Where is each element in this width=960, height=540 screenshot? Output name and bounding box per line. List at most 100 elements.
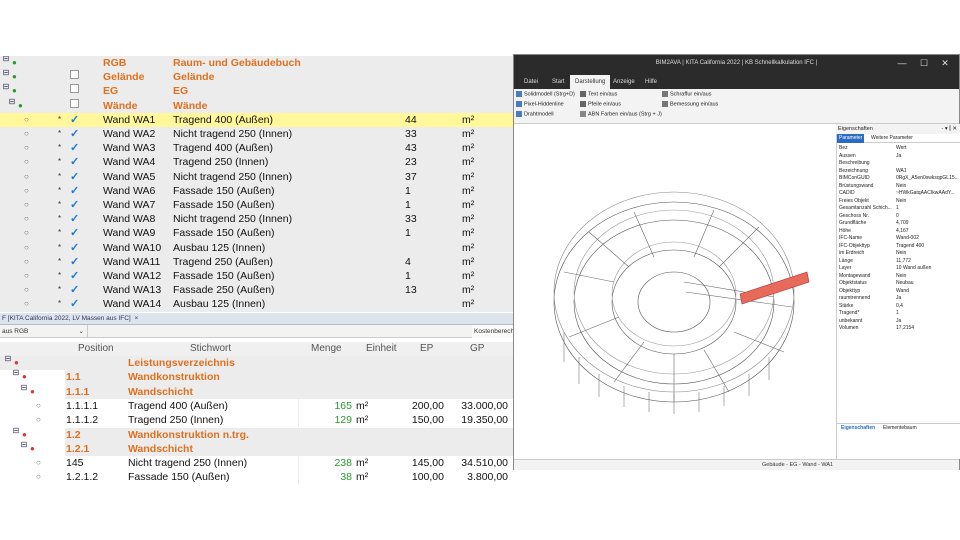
column-header-stichwort[interactable]: Stichwort [190,342,231,356]
lv-row[interactable]: ⊟ ● 1.1.1 Wandschicht [0,383,514,399]
row-checkbox[interactable]: ✓ [70,141,79,155]
property-row[interactable]: raumtrennend Ja [839,295,959,303]
property-row[interactable]: unbekannt Ja [839,318,959,326]
lv-row[interactable]: ⊟ ● Leistungsverzeichnis [0,355,514,371]
property-row[interactable]: Grundfläche 4,709 [839,220,959,228]
table-row[interactable]: ○ * ✓ Wand WA8 Nicht tragend 250 (Innen) 33 m² [0,212,514,227]
property-row[interactable]: Objekttyp Wand [839,288,959,296]
lv-row[interactable]: ⊟ ● 1.1 Wandkonstruktion [0,369,514,385]
table-row[interactable]: ○ * ✓ Wand WA7 Fassade 150 (Außen) 1 m² [0,198,514,213]
expand-toggle-icon[interactable]: ⊟ [12,369,20,378]
expand-toggle-icon[interactable]: ⊟ [2,69,10,78]
property-row[interactable]: IFC-Name Wand-002 [839,235,959,243]
table-row[interactable]: ○ * ✓ Wand WA12 Fassade 150 (Außen) 1 m² [0,269,514,284]
row-checkbox[interactable]: ✓ [70,241,79,255]
row-checkbox[interactable]: ✓ [70,155,79,169]
lv-panel-close-button[interactable]: × [135,315,139,322]
row-checkbox[interactable] [70,98,79,108]
wireframe-button[interactable]: Drahtmodell [516,111,554,117]
property-row[interactable]: IFC-Objekttyp Tragend 400 [839,243,959,251]
column-header-menge[interactable]: Menge [311,342,342,356]
hiddenline-button[interactable]: Pixel-Hiddenline [516,101,564,107]
tab-weitere-parameter[interactable]: Weitere Parameter [869,134,915,143]
property-row[interactable]: Freies Objekt Nein [839,198,959,206]
table-row[interactable]: ⊟ ● Wände Wände [0,97,514,113]
row-checkbox[interactable] [70,84,79,94]
row-checkbox[interactable]: ✓ [70,113,79,127]
lv-row[interactable]: ⊟ ● 1.2.1 Wandschicht [0,440,514,457]
row-checkbox[interactable]: ✓ [70,184,79,198]
row-checkbox[interactable]: ✓ [70,127,79,141]
solidmodel-button[interactable]: Solidmodell (Strg+D) [516,91,575,97]
property-row[interactable]: Volumen 17,2154 [839,325,959,333]
expand-toggle-icon[interactable]: ⊟ [4,355,12,364]
lv-row[interactable]: ○ 1.1.1.2 Tragend 250 (Innen) 129 m² 150,00 19… [0,413,514,428]
expand-toggle-icon[interactable]: ⊟ [2,83,10,92]
table-row[interactable]: ○ * ✓ Wand WA13 Fassade 250 (Außen) 13 m² [0,283,514,298]
tab-datei[interactable]: Datei [519,75,543,89]
property-row[interactable]: Layer 10 Wand außen [839,265,959,273]
minimize-button[interactable]: — [893,55,911,72]
property-row[interactable]: Bezeichnung WA1 [839,168,959,176]
column-header-einheit[interactable]: Einheit [366,342,397,356]
row-checkbox[interactable]: ✓ [70,255,79,269]
property-row[interactable]: Beschreibung [839,160,959,168]
table-row[interactable]: ⊟ ● EG EG [0,83,514,99]
properties-pin-icon[interactable]: - ▾ ⫿ ✕ [941,124,957,134]
cost-calculation-tab[interactable]: Kostenberechi [472,325,518,338]
row-checkbox[interactable]: ✓ [70,226,79,240]
table-row[interactable]: ○ * ✓ Wand WA6 Fassade 150 (Außen) 1 m² [0,183,514,198]
row-checkbox[interactable]: ✓ [70,297,79,311]
property-row[interactable]: Stärke 0,4 [839,303,959,311]
property-row[interactable]: CADID ~HWkGatqAACIkwAAdY... [839,190,959,198]
property-row[interactable]: Montagewand Nein [839,273,959,281]
close-button[interactable]: ✕ [936,55,954,72]
maximize-button[interactable]: ☐ [915,55,933,72]
column-header-ep[interactable]: EP [420,342,433,356]
row-checkbox[interactable]: ✓ [70,212,79,226]
table-row[interactable]: ○ * ✓ Wand WA9 Fassade 150 (Außen) 1 m² [0,226,514,241]
table-row[interactable]: ○ * ✓ Wand WA14 Ausbau 125 (Innen) m² [0,297,514,312]
row-checkbox[interactable]: ✓ [70,269,79,283]
table-row[interactable]: ⊟ ● Gelände Gelände [0,69,514,85]
hatch-toggle-button[interactable]: Schraffur ein/aus [662,91,711,97]
property-row[interactable]: Höhe 4,167 [839,228,959,236]
lv-row[interactable]: ○ 1.1.1.1 Tragend 400 (Außen) 165 m² 200,00 33… [0,398,514,414]
tab-eigenschaften[interactable]: Eigenschaften [839,424,877,433]
table-row[interactable]: ○ * ✓ Wand WA5 Nicht tragend 250 (Innen) 37 m² [0,169,514,184]
expand-toggle-icon[interactable]: ⊟ [20,383,28,393]
row-checkbox[interactable] [70,70,79,80]
expand-toggle-icon[interactable]: ⊟ [20,440,28,450]
table-row[interactable]: ○ * ✓ Wand WA3 Tragend 400 (Außen) 43 m² [0,141,514,156]
row-checkbox[interactable]: ✓ [70,170,79,184]
lv-row[interactable]: ⊟ ● 1.2 Wandkonstruktion n.trg. [0,426,514,442]
property-row[interactable]: Länge 11,772 [839,258,959,266]
table-row[interactable]: ○ * ✓ Wand WA2 Nicht tragend 250 (Innen) 33 m² [0,127,514,142]
table-row[interactable]: ⊟ ● RGB Raum- und Gebäudebuch [0,56,514,71]
table-row[interactable]: ○ * ✓ Wand WA10 Ausbau 125 (Innen) m² [0,240,514,255]
expand-toggle-icon[interactable]: ⊟ [2,56,10,64]
table-row[interactable]: ○ * ✓ Wand WA11 Tragend 250 (Außen) 4 m² [0,254,514,269]
table-row[interactable]: ○ * ✓ Wand WA4 Tragend 250 (Innen) 23 m² [0,155,514,170]
expand-toggle-icon[interactable]: ⊟ [8,97,16,107]
tab-hilfe[interactable]: Hilfe [640,75,662,89]
tab-start[interactable]: Start [547,75,570,89]
row-checkbox[interactable]: ✓ [70,198,79,212]
tab-anzeige[interactable]: Anzeige [608,75,640,89]
tab-elementebaum[interactable]: Elementebaum [881,424,919,433]
table-row[interactable]: ○ * ✓ Wand WA1 Tragend 400 (Außen) 44 m² [0,112,514,127]
property-row[interactable]: Bez Wert [839,145,959,153]
lv-row[interactable]: ○ 1.2.1.2 Fassade 150 (Außen) 38 m² 100,00 3.8… [0,470,514,484]
3d-viewport[interactable] [514,124,836,459]
property-row[interactable]: Brüstungswand Nein [839,183,959,191]
column-header-gp[interactable]: GP [470,342,484,356]
tab-parameter[interactable]: Parameter [837,134,865,143]
property-row[interactable]: Objektstatus Neubau [839,280,959,288]
row-checkbox[interactable]: ✓ [70,283,79,297]
lv-row[interactable]: ○ 145 Nicht tragend 250 (Innen) 238 m² 145,00… [0,456,514,471]
property-row[interactable]: BIMConGUID 0RgX_A5en0swksqpGL15... [839,175,959,183]
dimension-toggle-button[interactable]: Bemessung ein/aus [662,101,718,107]
expand-toggle-icon[interactable]: ⊟ [12,426,20,436]
property-row[interactable]: Aussen Ja [839,153,959,161]
selected-wall[interactable] [739,271,810,305]
